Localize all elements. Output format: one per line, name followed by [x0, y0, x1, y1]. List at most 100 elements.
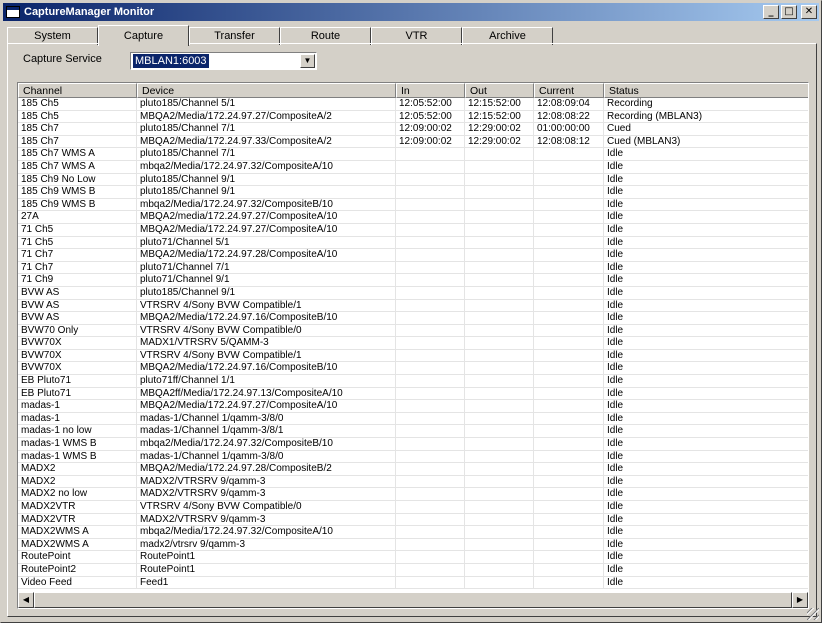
- cell-channel: EB Pluto71: [18, 387, 137, 401]
- table-row[interactable]: 185 Ch5 MBQA2/Media/172.24.97.27/Composit…: [18, 110, 808, 124]
- table-row[interactable]: 71 Ch5 MBQA2/Media/172.24.97.27/Composite…: [18, 223, 808, 237]
- cell-current: [534, 400, 604, 413]
- cell-channel: 185 Ch9 WMS B: [18, 186, 137, 199]
- maximize-button[interactable]: □: [781, 5, 797, 19]
- table-row[interactable]: MADX2 MADX2/VTRSRV 9/qamm-3 Idle: [18, 475, 808, 489]
- column-header-device[interactable]: Device: [137, 83, 396, 98]
- table-row[interactable]: 185 Ch7 WMS Apluto185/Channel 7/1 Idle: [18, 148, 808, 161]
- cell-status: Idle: [604, 350, 808, 363]
- scroll-right-icon[interactable]: ▶: [792, 592, 808, 608]
- table-row[interactable]: MADX2VTR MADX2/VTRSRV 9/qamm-3 Idle: [18, 513, 808, 527]
- table-row[interactable]: BVW AS MBQA2/Media/172.24.97.16/Composite…: [18, 312, 808, 325]
- cell-status: Idle: [604, 400, 808, 413]
- table-row[interactable]: MADX2 MBQA2/Media/172.24.97.28/CompositeB…: [18, 463, 808, 476]
- cell-current: [534, 438, 604, 451]
- cell-current: [534, 211, 604, 224]
- cell-out: [465, 362, 534, 376]
- table-row[interactable]: BVW AS VTRSRV 4/Sony BVW Compatible/1 Idle: [18, 299, 808, 313]
- column-header-in[interactable]: In: [396, 83, 465, 98]
- cell-device: madx2/vtrsrv 9/qamm-3: [137, 538, 396, 552]
- table-row[interactable]: MADX2WMS Ambqa2/Media/172.24.97.32/Compo…: [18, 526, 808, 539]
- column-header-out[interactable]: Out: [465, 83, 534, 98]
- cell-channel: MADX2WMS A: [18, 526, 137, 539]
- table-row[interactable]: MADX2WMS Amadx2/vtrsrv 9/qamm-3 Idle: [18, 538, 808, 552]
- table-row[interactable]: madas-1 no low madas-1/Channel 1/qamm-3/8…: [18, 425, 808, 439]
- cell-status: Idle: [604, 501, 808, 514]
- cell-channel: MADX2VTR: [18, 501, 137, 514]
- table-row[interactable]: Video Feed Feed1 Idle: [18, 576, 808, 590]
- cell-in: 12:09:00:02: [396, 135, 465, 149]
- table-row[interactable]: EB Pluto71 MBQA2ff/Media/172.24.97.13/Com…: [18, 387, 808, 401]
- cell-current: [534, 576, 604, 590]
- cell-device: MADX2/VTRSRV 9/qamm-3: [137, 488, 396, 501]
- table-row[interactable]: 71 Ch5 pluto71/Channel 5/1 Idle: [18, 236, 808, 250]
- table-row[interactable]: 71 Ch9 pluto71/Channel 9/1 Idle: [18, 274, 808, 287]
- cell-channel: 71 Ch5: [18, 223, 137, 237]
- cell-in: [396, 551, 465, 564]
- table-row[interactable]: BVW AS pluto185/Channel 9/1 Idle: [18, 286, 808, 300]
- table-row[interactable]: madas-1 WMS Bmadas-1/Channel 1/qamm-3/8/…: [18, 450, 808, 464]
- table-row[interactable]: 185 Ch9 WMS Bpluto185/Channel 9/1 Idle: [18, 186, 808, 199]
- table-row[interactable]: 185 Ch5 pluto185/Channel 5/1 12:05:52:00 12…: [18, 98, 808, 111]
- close-button[interactable]: ✕: [801, 5, 817, 19]
- cell-out: [465, 463, 534, 476]
- horizontal-scrollbar[interactable]: ◀ ▶: [18, 592, 808, 608]
- cell-status: Idle: [604, 514, 808, 527]
- cell-status: Idle: [604, 211, 808, 224]
- cell-current: [534, 261, 604, 275]
- cell-channel: 185 Ch7 WMS A: [18, 148, 137, 161]
- cell-out: [465, 236, 534, 250]
- cell-status: Idle: [604, 186, 808, 199]
- minimize-button[interactable]: _: [763, 5, 779, 19]
- cell-device: pluto185/Channel 7/1: [137, 148, 396, 161]
- table-row[interactable]: 185 Ch7 MBQA2/Media/172.24.97.33/Composit…: [18, 135, 808, 149]
- column-header-current[interactable]: Current: [534, 83, 604, 98]
- cell-status: Idle: [604, 224, 808, 237]
- cell-channel: MADX2WMS A: [18, 538, 137, 552]
- cell-current: [534, 160, 604, 174]
- table-row[interactable]: MADX2VTR VTRSRV 4/Sony BVW Compatible/0 Id…: [18, 501, 808, 514]
- table-row[interactable]: RoutePoint2 RoutePoint1 Idle: [18, 563, 808, 577]
- table-row[interactable]: madas-1 WMS Bmbqa2/Media/172.24.97.32/Co…: [18, 438, 808, 451]
- cell-out: [465, 425, 534, 439]
- capture-service-select[interactable]: MBLAN1:6003 ▼: [130, 52, 317, 70]
- scroll-thumb[interactable]: [34, 592, 792, 608]
- table-row[interactable]: 185 Ch9 WMS Bmbqa2/Media/172.24.97.32/Co…: [18, 198, 808, 212]
- cell-status: Recording (MBLAN3): [604, 111, 808, 124]
- table-row[interactable]: 185 Ch7 pluto185/Channel 7/1 12:09:00:02 12…: [18, 123, 808, 136]
- table-row[interactable]: 71 Ch7 MBQA2/Media/172.24.97.28/Composite…: [18, 249, 808, 262]
- table-row[interactable]: MADX2 no low MADX2/VTRSRV 9/qamm-3 Idle: [18, 488, 808, 501]
- cell-current: [534, 501, 604, 514]
- cell-status: Idle: [604, 325, 808, 338]
- table-row[interactable]: BVW70X MADX1/VTRSRV 5/QAMM-3 Idle: [18, 337, 808, 350]
- cell-current: 01:00:00:00: [534, 123, 604, 136]
- table-row[interactable]: 71 Ch7 pluto71/Channel 7/1 Idle: [18, 261, 808, 275]
- cell-status: Idle: [604, 564, 808, 577]
- tab-capture[interactable]: Capture: [98, 25, 189, 46]
- column-header-channel[interactable]: Channel: [18, 83, 137, 98]
- cell-device: pluto71/Channel 5/1: [137, 236, 396, 250]
- cell-current: [534, 513, 604, 527]
- table-row[interactable]: RoutePoint RoutePoint1 Idle: [18, 551, 808, 564]
- chevron-down-icon[interactable]: ▼: [300, 54, 315, 68]
- column-header-status[interactable]: Status: [604, 83, 808, 98]
- table-row[interactable]: EB Pluto71 pluto71ff/Channel 1/1 Idle: [18, 375, 808, 388]
- cell-device: MBQA2/Media/172.24.97.27/CompositeA/10: [137, 400, 396, 413]
- table-row[interactable]: 27A MBQA2/media/172.24.97.27/CompositeA/1…: [18, 211, 808, 224]
- table-row[interactable]: 185 Ch7 WMS Ambqa2/Media/172.24.97.32/Co…: [18, 160, 808, 174]
- cell-in: 12:09:00:02: [396, 123, 465, 136]
- resize-grip-icon[interactable]: [807, 608, 819, 620]
- scroll-left-icon[interactable]: ◀: [18, 592, 34, 608]
- table-row[interactable]: BVW70X MBQA2/Media/172.24.97.16/Composite…: [18, 362, 808, 376]
- table-row[interactable]: madas-1 madas-1/Channel 1/qamm-3/8/0 Idle: [18, 412, 808, 426]
- cell-status: Idle: [604, 476, 808, 489]
- capture-list[interactable]: Channel Device In Out Current Status 185…: [17, 82, 809, 609]
- table-row[interactable]: BVW70 Only VTRSRV 4/Sony BVW Compatible/0…: [18, 324, 808, 338]
- cell-status: Idle: [604, 526, 808, 539]
- cell-in: [396, 236, 465, 250]
- table-row[interactable]: 185 Ch9 No Low pluto185/Channel 9/1 Idle: [18, 173, 808, 187]
- cell-device: pluto185/Channel 7/1: [137, 123, 396, 136]
- table-row[interactable]: madas-1 MBQA2/Media/172.24.97.27/Composit…: [18, 400, 808, 413]
- title-bar[interactable]: CaptureManager Monitor _ □ ✕: [3, 3, 819, 21]
- table-row[interactable]: BVW70X VTRSRV 4/Sony BVW Compatible/1 Idle: [18, 349, 808, 363]
